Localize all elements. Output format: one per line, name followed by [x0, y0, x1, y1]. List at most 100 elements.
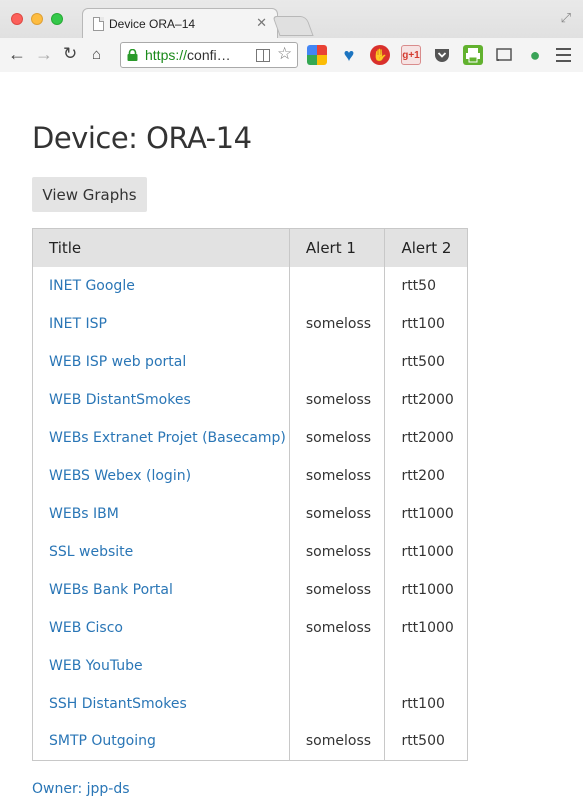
table-row: WEBs IBM someloss rtt1000: [33, 494, 468, 533]
alert1-cell: [288, 266, 385, 305]
table-row: WEBs Bank Portal someloss rtt1000: [33, 570, 468, 609]
check-title-link[interactable]: INET ISP: [49, 316, 107, 332]
alert1-column-header: Alert 1: [288, 228, 385, 267]
new-tab-button[interactable]: [272, 16, 314, 36]
table-row: INET Google rtt50: [33, 266, 468, 305]
alert1-cell: [288, 684, 385, 723]
owner-link[interactable]: Owner: jpp-ds: [32, 781, 130, 797]
alert1-cell: someloss: [288, 494, 385, 533]
title-cell: WEB DistantSmokes: [33, 381, 290, 419]
title-cell: INET ISP: [33, 305, 290, 343]
evernote-leaf-icon[interactable]: ●: [525, 45, 545, 65]
check-title-link[interactable]: WEB DistantSmokes: [49, 392, 191, 408]
url-host: confi…: [187, 47, 231, 63]
table-header-row: Title Alert 1 Alert 2: [32, 228, 468, 267]
alert2-column-header: Alert 2: [384, 228, 468, 267]
check-title-link[interactable]: WEBs Bank Portal: [49, 582, 173, 598]
fullscreen-icon[interactable]: ⤢: [561, 10, 571, 26]
check-title-link[interactable]: SSH DistantSmokes: [49, 696, 187, 712]
reader-mode-icon[interactable]: [256, 49, 270, 62]
check-title-link[interactable]: WEB ISP web portal: [49, 354, 186, 370]
page-icon: [93, 17, 104, 31]
alert2-cell: rtt1000: [384, 532, 468, 571]
title-cell: WEB YouTube: [33, 647, 290, 685]
table-row: WEB YouTube: [33, 646, 468, 685]
tab-strip: Device ORA–14 ✕ ⤢: [0, 0, 583, 38]
title-cell: WEBs Extranet Projet (Basecamp): [33, 419, 290, 457]
title-column-header: Title: [32, 228, 290, 267]
alert2-cell: [384, 646, 468, 685]
page-title: Device: ORA-14: [32, 121, 252, 155]
title-cell: WEBS Webex (login): [33, 457, 290, 495]
forward-arrow-icon[interactable]: →: [35, 43, 53, 65]
lock-icon: [127, 49, 138, 61]
check-title-link[interactable]: SMTP Outgoing: [49, 733, 156, 749]
title-cell: WEB ISP web portal: [33, 343, 290, 381]
alert1-cell: someloss: [288, 380, 385, 419]
page-content: Device: ORA-14 View Graphs Title Alert 1…: [0, 73, 583, 806]
print-icon[interactable]: [463, 45, 483, 65]
table-body: INET Google rtt50 INET ISP someloss rtt100 WE…: [33, 266, 468, 761]
check-title-link[interactable]: WEBs Extranet Projet (Basecamp): [49, 430, 286, 446]
heart-extension-icon[interactable]: ♥: [339, 45, 359, 65]
browser-toolbar: ← → ↻ ⌂ https://confi… ☆ ♥ ✋ g+1 ●: [0, 38, 583, 72]
reload-icon[interactable]: ↻: [63, 43, 77, 65]
table-row: SSH DistantSmokes rtt100: [33, 684, 468, 723]
adblock-stop-icon[interactable]: ✋: [370, 45, 390, 65]
check-title-link[interactable]: WEB Cisco: [49, 620, 123, 636]
alert2-cell: rtt2000: [384, 380, 468, 419]
tab-title: Device ORA–14: [109, 17, 196, 31]
back-arrow-icon[interactable]: ←: [8, 43, 26, 65]
cast-icon[interactable]: [494, 45, 514, 65]
alert1-cell: someloss: [288, 532, 385, 571]
table-row: WEBs Extranet Projet (Basecamp) someloss r…: [33, 418, 468, 457]
alert1-cell: someloss: [288, 304, 385, 343]
check-title-link[interactable]: WEB YouTube: [49, 658, 143, 674]
check-title-link[interactable]: SSL website: [49, 544, 133, 560]
google-extension-icon[interactable]: [307, 45, 327, 65]
alert1-cell: someloss: [288, 570, 385, 609]
alert2-cell: rtt500: [384, 722, 468, 761]
check-title-link[interactable]: WEBs IBM: [49, 506, 119, 522]
minimize-window-icon[interactable]: [31, 13, 43, 25]
table-row: WEB Cisco someloss rtt1000: [33, 608, 468, 647]
alert2-cell: rtt1000: [384, 494, 468, 533]
home-icon[interactable]: ⌂: [92, 44, 101, 66]
alert1-cell: someloss: [288, 418, 385, 457]
table-row: WEB ISP web portal rtt500: [33, 342, 468, 381]
pocket-icon[interactable]: [432, 45, 452, 65]
title-cell: WEB Cisco: [33, 609, 290, 647]
url-scheme: https://: [145, 47, 188, 63]
alert2-cell: rtt1000: [384, 570, 468, 609]
alert2-cell: rtt100: [384, 684, 468, 723]
url-text: https://confi…: [145, 47, 231, 63]
menu-icon[interactable]: [556, 48, 571, 66]
alert2-cell: rtt50: [384, 266, 468, 305]
alerts-table: Title Alert 1 Alert 2 INET Google rtt50 IN…: [32, 228, 468, 761]
table-row: INET ISP someloss rtt100: [33, 304, 468, 343]
alert2-cell: rtt100: [384, 304, 468, 343]
address-bar[interactable]: https://confi… ☆: [120, 42, 298, 68]
table-row: WEB DistantSmokes someloss rtt2000: [33, 380, 468, 419]
bookmark-star-icon[interactable]: ☆: [277, 44, 292, 64]
view-graphs-button[interactable]: View Graphs: [32, 177, 147, 212]
check-title-link[interactable]: INET Google: [49, 278, 135, 294]
title-cell: WEBs Bank Portal: [33, 571, 290, 609]
alert1-cell: someloss: [288, 456, 385, 495]
check-title-link[interactable]: WEBS Webex (login): [49, 468, 191, 484]
alert1-cell: someloss: [288, 608, 385, 647]
alert2-cell: rtt1000: [384, 608, 468, 647]
browser-tab[interactable]: Device ORA–14 ✕: [82, 8, 278, 38]
browser-chrome: Device ORA–14 ✕ ⤢ ← → ↻ ⌂ https://confi……: [0, 0, 583, 72]
alert2-cell: rtt500: [384, 342, 468, 381]
zoom-window-icon[interactable]: [51, 13, 63, 25]
alert1-cell: someloss: [288, 722, 385, 761]
google-plus-icon[interactable]: g+1: [401, 45, 421, 65]
close-window-icon[interactable]: [11, 13, 23, 25]
title-cell: SSL website: [33, 533, 290, 571]
alert1-cell: [288, 646, 385, 685]
table-row: WEBS Webex (login) someloss rtt200: [33, 456, 468, 495]
title-cell: SMTP Outgoing: [33, 723, 290, 761]
title-cell: WEBs IBM: [33, 495, 290, 533]
close-tab-icon[interactable]: ✕: [256, 15, 267, 31]
